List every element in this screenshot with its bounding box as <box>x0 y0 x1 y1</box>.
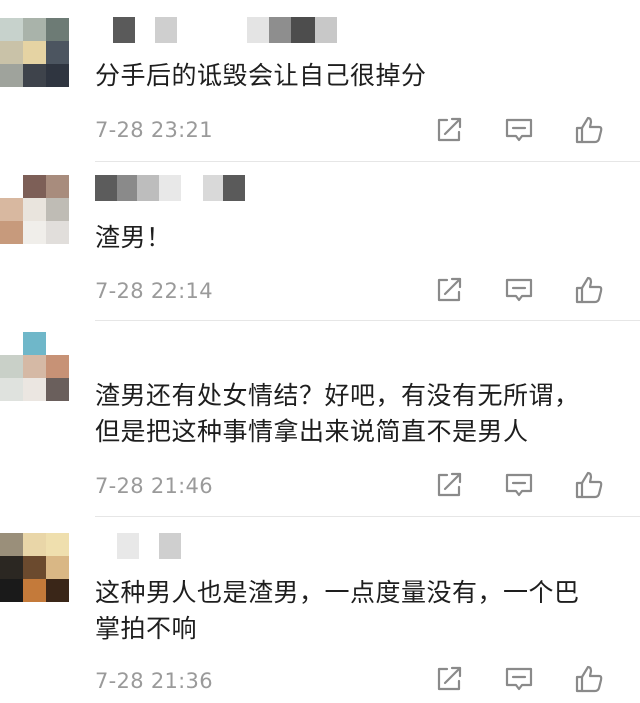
divider <box>95 161 640 162</box>
avatar[interactable] <box>0 332 69 401</box>
share-button[interactable] <box>414 113 484 147</box>
reply-button[interactable] <box>484 468 554 502</box>
comment-actions <box>414 113 624 147</box>
comment-actions <box>414 468 624 502</box>
comment-icon <box>505 118 533 142</box>
comment-text-line: 掌拍不响 <box>95 614 198 643</box>
thumbs-up-icon <box>575 276 603 304</box>
comment-icon <box>505 667 533 691</box>
avatar[interactable] <box>0 175 69 244</box>
comment-icon <box>505 278 533 302</box>
comment-icon <box>505 473 533 497</box>
comment-timestamp: 7-28 22:14 <box>95 279 213 303</box>
avatar[interactable] <box>0 18 69 87</box>
comment-actions <box>414 273 624 307</box>
comment-text: 渣男还有处女情结？好吧，有没有无所谓， 但是把这种事情拿出来说简直不是男人 <box>95 378 616 450</box>
thumbs-up-icon <box>575 665 603 693</box>
comment-text-line: 但是把这种事情拿出来说简直不是男人 <box>95 417 529 446</box>
comment-text: 分手后的诋毁会让自己很掉分 <box>95 61 427 90</box>
divider <box>95 320 640 321</box>
thumbs-up-icon <box>575 471 603 499</box>
username-blurred[interactable] <box>95 17 337 43</box>
comment-timestamp: 7-28 23:21 <box>95 118 213 142</box>
like-button[interactable] <box>554 662 624 696</box>
username-blurred[interactable] <box>95 533 181 559</box>
share-button[interactable] <box>414 468 484 502</box>
avatar[interactable] <box>0 533 69 602</box>
comment-timestamp: 7-28 21:36 <box>95 669 213 693</box>
comment-text-line: 渣男还有处女情结？好吧，有没有无所谓， <box>95 381 580 410</box>
share-icon <box>437 666 462 691</box>
comment-text: 这种男人也是渣男，一点度量没有，一个巴 掌拍不响 <box>95 575 616 647</box>
thumbs-up-icon <box>575 116 603 144</box>
reply-button[interactable] <box>484 273 554 307</box>
share-icon <box>437 117 462 142</box>
like-button[interactable] <box>554 468 624 502</box>
share-button[interactable] <box>414 273 484 307</box>
username-blurred[interactable] <box>95 175 245 201</box>
like-button[interactable] <box>554 273 624 307</box>
divider <box>95 516 640 517</box>
share-icon <box>437 472 462 497</box>
comment-actions <box>414 662 624 696</box>
reply-button[interactable] <box>484 662 554 696</box>
share-icon <box>437 277 462 302</box>
comment-timestamp: 7-28 21:46 <box>95 474 213 498</box>
like-button[interactable] <box>554 113 624 147</box>
comment-text: 渣男！ <box>95 223 172 252</box>
comment-text-line: 这种男人也是渣男，一点度量没有，一个巴 <box>95 578 580 607</box>
reply-button[interactable] <box>484 113 554 147</box>
share-button[interactable] <box>414 662 484 696</box>
